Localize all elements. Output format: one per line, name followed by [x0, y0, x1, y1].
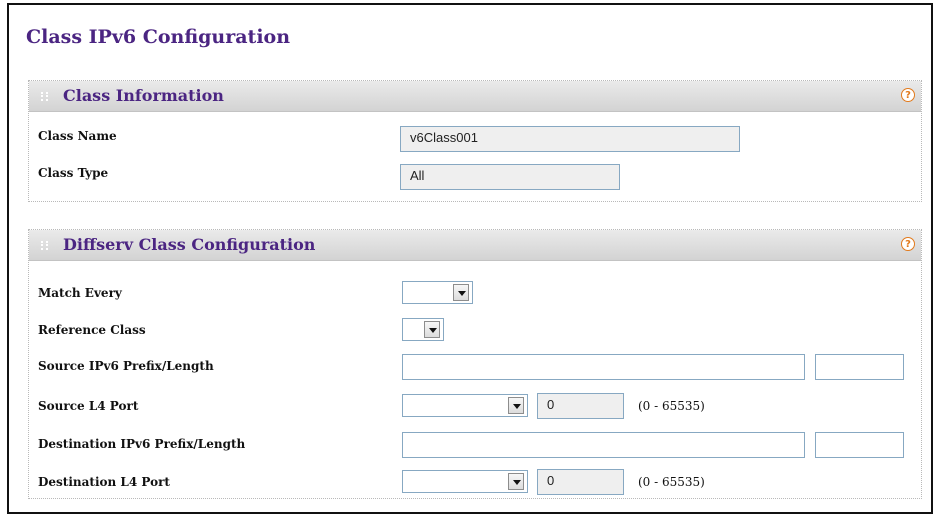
match-every-label: Match Every — [38, 286, 122, 300]
dest-l4-port-row: Destination L4 Port 0 (0 - 65535) — [29, 469, 921, 496]
class-type-label: Class Type — [38, 166, 109, 180]
dest-ipv6-row: Destination IPv6 Prefix/Length — [29, 432, 921, 458]
chevron-down-icon[interactable] — [508, 397, 524, 414]
reference-class-row: Reference Class — [29, 318, 921, 344]
section-title: Diffserv Class Configuration — [63, 235, 316, 254]
source-ipv6-label: Source IPv6 Prefix/Length — [38, 359, 214, 373]
help-circle-icon[interactable]: ? — [901, 88, 915, 102]
dest-l4-port-label: Destination L4 Port — [38, 475, 170, 489]
reference-class-select[interactable] — [402, 318, 444, 341]
dest-ipv6-label: Destination IPv6 Prefix/Length — [38, 437, 246, 451]
section-title: Class Information — [63, 86, 224, 105]
chevron-down-icon[interactable] — [453, 284, 469, 301]
class-name-label: Class Name — [38, 129, 117, 143]
chevron-down-icon[interactable] — [424, 321, 440, 338]
section-header: Diffserv Class Configuration ? — [29, 230, 921, 261]
dest-l4-port-range: (0 - 65535) — [638, 475, 705, 489]
source-l4-port-label: Source L4 Port — [38, 399, 139, 413]
class-name-field: v6Class001 — [400, 126, 740, 152]
source-l4-port-select[interactable] — [402, 394, 528, 417]
class-information-section: Class Information ? Class Name v6Class00… — [28, 80, 922, 202]
source-l4-port-value: 0 — [537, 393, 624, 419]
class-type-row: Class Type All — [29, 161, 921, 190]
source-l4-port-range: (0 - 65535) — [638, 399, 705, 413]
dest-ipv6-length-input[interactable] — [815, 432, 904, 458]
source-ipv6-prefix-input[interactable] — [402, 354, 805, 380]
grip-dots-icon — [41, 241, 48, 250]
class-type-field: All — [400, 164, 620, 190]
dest-l4-port-value: 0 — [537, 469, 624, 495]
reference-class-label: Reference Class — [38, 323, 146, 337]
section-header: Class Information ? — [29, 81, 921, 112]
match-every-select[interactable] — [402, 281, 473, 304]
dest-l4-port-select[interactable] — [402, 470, 528, 493]
chevron-down-icon[interactable] — [508, 473, 524, 490]
match-every-row: Match Every — [29, 281, 921, 307]
page-title: Class IPv6 Configuration — [26, 26, 291, 48]
grip-dots-icon — [41, 92, 48, 101]
diffserv-section: Diffserv Class Configuration ? Match Eve… — [28, 229, 922, 499]
source-ipv6-row: Source IPv6 Prefix/Length — [29, 354, 921, 380]
help-circle-icon[interactable]: ? — [901, 237, 915, 251]
dest-ipv6-prefix-input[interactable] — [402, 432, 805, 458]
class-name-row: Class Name v6Class001 — [29, 124, 921, 152]
source-l4-port-row: Source L4 Port 0 (0 - 65535) — [29, 393, 921, 420]
source-ipv6-length-input[interactable] — [815, 354, 904, 380]
